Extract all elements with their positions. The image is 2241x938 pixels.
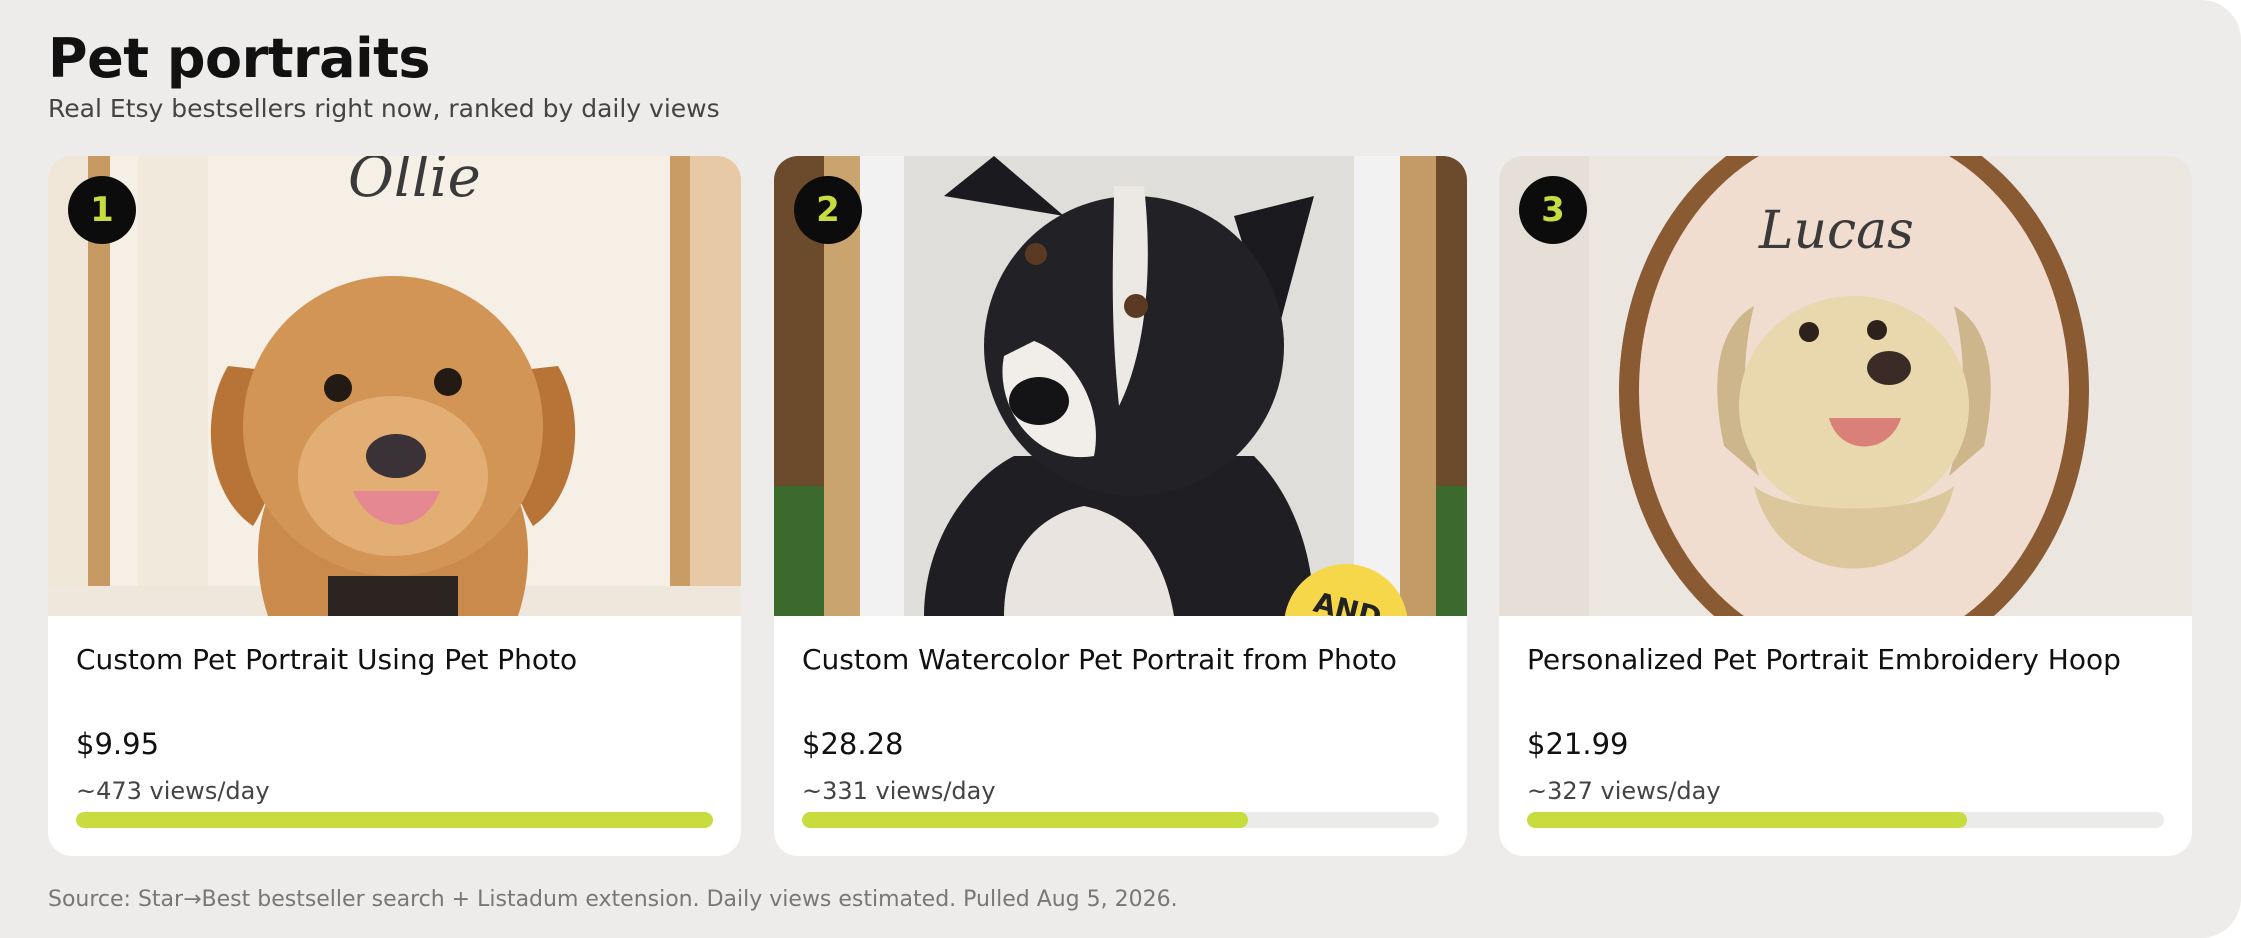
product-title[interactable]: Custom Pet Portrait Using Pet Photo bbox=[76, 640, 716, 680]
source-footnote: Source: Star→Best bestseller search + Li… bbox=[48, 887, 1178, 912]
product-price: $28.28 bbox=[802, 727, 904, 761]
watercolor-collie-image: AND bbox=[774, 156, 1467, 616]
views-bar-fill bbox=[1527, 812, 1967, 828]
daily-views: ~473 views/day bbox=[76, 777, 270, 805]
product-price: $9.95 bbox=[76, 727, 160, 761]
product-price: $21.99 bbox=[1527, 727, 1629, 761]
views-bar bbox=[76, 812, 713, 828]
dog-portrait-image: Ollie bbox=[48, 156, 741, 616]
views-bar-fill bbox=[802, 812, 1248, 828]
ollie-script-text: Ollie bbox=[348, 156, 481, 210]
product-card[interactable]: AND 2 Custom Watercolor Pet Portrait fro… bbox=[774, 156, 1467, 856]
product-image[interactable]: AND 2 bbox=[774, 156, 1467, 616]
pet-portraits-panel: Pet portraits Real Etsy bestsellers righ… bbox=[0, 0, 2241, 938]
product-title[interactable]: Personalized Pet Portrait Embroidery Hoo… bbox=[1527, 640, 2167, 680]
page-subtitle: Real Etsy bestsellers right now, ranked … bbox=[48, 94, 720, 123]
product-card[interactable]: Lucas 3 Personalized Pet Portrait Embroi… bbox=[1499, 156, 2192, 856]
embroidery-hoop-image: Lucas bbox=[1499, 156, 2192, 616]
daily-views: ~327 views/day bbox=[1527, 777, 1721, 805]
rank-badge: 3 bbox=[1519, 176, 1587, 244]
lucas-script-text: Lucas bbox=[1758, 201, 1914, 261]
product-image[interactable]: Ollie 1 bbox=[48, 156, 741, 616]
views-bar-fill bbox=[76, 812, 713, 828]
views-bar bbox=[802, 812, 1439, 828]
product-image[interactable]: Lucas 3 bbox=[1499, 156, 2192, 616]
product-card[interactable]: Ollie 1 Custom Pet Portrait Using Pet Ph… bbox=[48, 156, 741, 856]
daily-views: ~331 views/day bbox=[802, 777, 996, 805]
page-title: Pet portraits bbox=[48, 27, 431, 90]
views-bar bbox=[1527, 812, 2164, 828]
product-title[interactable]: Custom Watercolor Pet Portrait from Phot… bbox=[802, 640, 1442, 680]
rank-badge: 2 bbox=[794, 176, 862, 244]
rank-badge: 1 bbox=[68, 176, 136, 244]
